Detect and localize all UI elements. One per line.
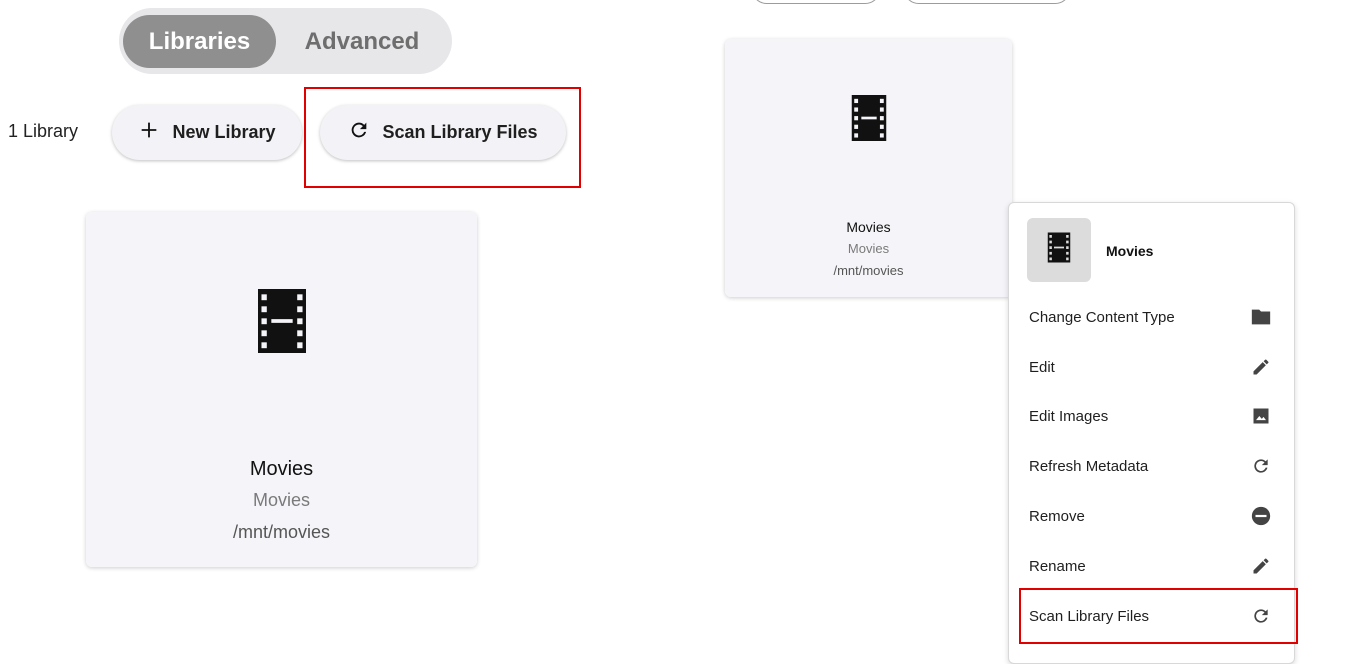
top-pill-button[interactable] <box>751 0 881 4</box>
menu-item-label: Edit Images <box>1029 407 1109 425</box>
pencil-icon <box>1250 555 1272 577</box>
library-path: /mnt/movies <box>833 263 904 278</box>
menu-item-label: Remove <box>1029 507 1085 525</box>
highlight-box <box>1019 588 1298 644</box>
menu-item-label: Refresh Metadata <box>1029 457 1149 475</box>
library-thumbnail <box>725 39 1012 202</box>
folder-icon <box>1250 306 1272 328</box>
library-type: Movies <box>252 490 310 510</box>
menu-item-remove[interactable]: Remove <box>1009 491 1292 541</box>
menu-item-label: Edit <box>1029 358 1055 376</box>
menu-item-change-content-type[interactable]: Change Content Type <box>1009 292 1292 342</box>
new-library-button[interactable]: New Library <box>112 105 302 160</box>
menu-title: Movies <box>1106 243 1154 259</box>
menu-item-label: Change Content Type <box>1029 308 1175 326</box>
menu-item-rename[interactable]: Rename <box>1009 541 1292 591</box>
highlight-box <box>304 87 581 188</box>
menu-header-thumbnail <box>1027 218 1091 282</box>
library-count: 1 Library <box>8 121 79 141</box>
library-name: Movies <box>846 219 891 235</box>
library-thumbnail <box>86 212 477 435</box>
library-card-small[interactable]: Movies Movies /mnt/movies <box>725 39 1012 297</box>
menu-item-edit-images[interactable]: Edit Images <box>1009 391 1292 441</box>
remove-icon <box>1250 505 1272 527</box>
film-icon <box>1044 231 1074 269</box>
library-type: Movies <box>847 241 890 256</box>
menu-item-label: Rename <box>1029 557 1086 575</box>
tab-libraries[interactable]: Libraries <box>123 15 276 68</box>
library-card[interactable]: Movies Movies /mnt/movies <box>86 212 477 567</box>
menu-item-edit[interactable]: Edit <box>1009 342 1292 392</box>
menu-item-refresh-metadata[interactable]: Refresh Metadata <box>1009 441 1292 491</box>
refresh-icon <box>1250 455 1272 477</box>
library-path: /mnt/movies <box>232 522 331 542</box>
top-pill-button[interactable] <box>903 0 1071 4</box>
tab-advanced[interactable]: Advanced <box>288 15 436 68</box>
plus-icon <box>138 119 160 146</box>
library-name: Movies <box>249 458 314 480</box>
pencil-icon <box>1250 356 1272 378</box>
new-library-label: New Library <box>172 122 276 142</box>
image-icon <box>1250 405 1272 427</box>
film-icon <box>846 93 892 148</box>
film-icon <box>250 286 314 361</box>
